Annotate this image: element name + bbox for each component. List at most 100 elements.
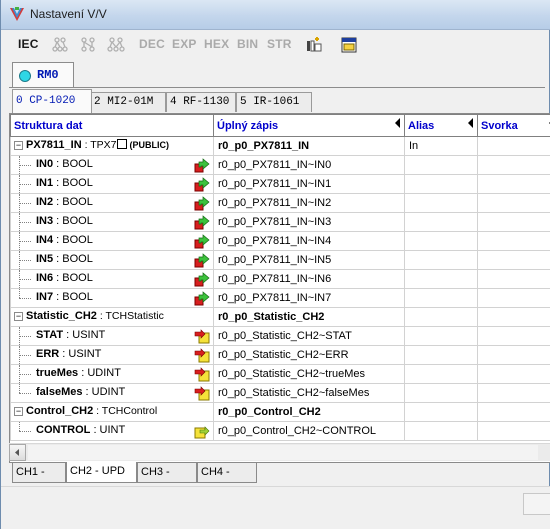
terminal-cell[interactable] [477,250,550,270]
variable-row[interactable]: trueMes : UDINT r0_p0_Statistic_CH2~trueM… [10,364,550,384]
full-name-cell[interactable]: r0_p0_Statistic_CH2~ERR [213,345,405,365]
window-icon[interactable] [340,36,358,54]
full-name-cell[interactable]: r0_p0_PX7811_IN~IN0 [213,155,405,175]
variable-row[interactable]: IN2 : BOOL r0_p0_PX7811_IN~IN2 [10,193,550,213]
full-name-cell[interactable]: r0_p0_PX7811_IN [213,136,405,156]
watch-icon[interactable] [305,36,323,54]
structure-cell[interactable]: IN0 : BOOL [10,155,214,175]
exp-button[interactable]: EXP [172,37,197,51]
full-name-cell[interactable]: r0_p0_Control_CH2 [213,402,405,422]
alias-cell[interactable] [404,174,478,194]
terminal-cell[interactable] [477,364,550,384]
scrollbar-track[interactable] [28,445,538,460]
alias-cell[interactable] [404,364,478,384]
variable-row[interactable]: IN5 : BOOL r0_p0_PX7811_IN~IN5 [10,250,550,270]
terminal-cell[interactable] [477,174,550,194]
column-header-alias[interactable]: Alias [404,114,478,137]
group-row[interactable]: − PX7811_IN : TPX7 (PUBLIC) r0_p0_PX7811_IN… [10,136,550,156]
collapse-toggle-icon[interactable]: − [14,141,23,150]
group-row[interactable]: − Statistic_CH2 : TCHStatistic r0_p0_Stati… [10,307,550,327]
collapse-toggle-icon[interactable]: − [14,312,23,321]
full-name-cell[interactable]: r0_p0_PX7811_IN~IN3 [213,212,405,232]
full-name-cell[interactable]: r0_p0_PX7811_IN~IN2 [213,193,405,213]
alias-cell[interactable] [404,307,478,327]
terminal-cell[interactable] [477,288,550,308]
full-name-cell[interactable]: r0_p0_Statistic_CH2~falseMes [213,383,405,403]
tab-card-5[interactable]: 5 IR-1061 [236,92,312,112]
variable-row[interactable]: IN6 : BOOL r0_p0_PX7811_IN~IN6 [10,269,550,289]
alias-cell[interactable] [404,326,478,346]
column-header-structure[interactable]: Struktura dat [10,114,214,137]
variable-row[interactable]: CONTROL : UINT r0_p0_Control_CH2~CONTROL [10,421,550,441]
variable-row[interactable]: IN4 : BOOL r0_p0_PX7811_IN~IN4 [10,231,550,251]
tab-ch4[interactable]: CH4 - OFF [197,463,257,497]
structure-cell[interactable]: − Control_CH2 : TCHControl [10,402,214,422]
terminal-cell[interactable] [477,326,550,346]
structure-cell[interactable]: − PX7811_IN : TPX7 (PUBLIC) [10,136,214,156]
structure-cell[interactable]: − Statistic_CH2 : TCHStatistic [10,307,214,327]
terminal-cell[interactable] [477,421,550,441]
variable-row[interactable]: IN7 : BOOL r0_p0_PX7811_IN~IN7 [10,288,550,308]
iec-button[interactable]: IEC [18,37,39,51]
full-name-cell[interactable]: r0_p0_PX7811_IN~IN1 [213,174,405,194]
alias-cell[interactable] [404,269,478,289]
tab-card-2[interactable]: 2 MI2-01M [90,92,166,112]
force-tree-alt-icon[interactable] [79,36,97,54]
terminal-cell[interactable] [477,269,550,289]
alias-cell[interactable] [404,193,478,213]
column-header-full-name[interactable]: Úplný zápis [213,114,405,137]
column-header-terminal[interactable]: Svorka [477,114,550,137]
tab-ch3[interactable]: CH3 - OFF [137,463,197,497]
dec-button[interactable]: DEC [139,37,165,51]
structure-cell[interactable]: falseMes : UDINT [10,383,214,403]
scroll-left-button[interactable] [9,444,26,461]
terminal-cell[interactable] [477,136,550,156]
full-name-cell[interactable]: r0_p0_PX7811_IN~IN4 [213,231,405,251]
tab-ch1[interactable]: CH1 - PC [12,463,66,497]
full-name-cell[interactable]: r0_p0_Statistic_CH2~STAT [213,326,405,346]
bin-button[interactable]: BIN [237,37,258,51]
full-name-cell[interactable]: r0_p0_Control_CH2~CONTROL [213,421,405,441]
structure-cell[interactable]: STAT : USINT [10,326,214,346]
terminal-cell[interactable] [477,193,550,213]
variable-row[interactable]: IN0 : BOOL r0_p0_PX7811_IN~IN0 [10,155,550,175]
tab-rm0[interactable]: RM0 [12,62,74,88]
force-tree-all-icon[interactable] [107,36,125,54]
terminal-cell[interactable] [477,307,550,327]
structure-cell[interactable]: IN2 : BOOL [10,193,214,213]
full-name-cell[interactable]: r0_p0_PX7811_IN~IN5 [213,250,405,270]
alias-cell[interactable] [404,231,478,251]
variable-row[interactable]: IN1 : BOOL r0_p0_PX7811_IN~IN1 [10,174,550,194]
structure-cell[interactable]: IN7 : BOOL [10,288,214,308]
group-row[interactable]: − Control_CH2 : TCHControl r0_p0_Control_C… [10,402,550,422]
tab-ch2[interactable]: CH2 - UPD [66,462,137,483]
structure-cell[interactable]: CONTROL : UINT [10,421,214,441]
force-tree-icon[interactable] [51,36,69,54]
io-grid[interactable]: Struktura dat Úplný zápis Alias Svorka −… [9,113,550,462]
alias-cell[interactable] [404,288,478,308]
tab-card-0[interactable]: 0 CP-1020 [12,89,92,113]
structure-cell[interactable]: IN5 : BOOL [10,250,214,270]
variable-row[interactable]: ERR : USINT r0_p0_Statistic_CH2~ERR [10,345,550,365]
structure-cell[interactable]: IN3 : BOOL [10,212,214,232]
terminal-cell[interactable] [477,231,550,251]
terminal-cell[interactable] [477,345,550,365]
tab-card-4[interactable]: 4 RF-1130 [166,92,236,112]
full-name-cell[interactable]: r0_p0_Statistic_CH2~trueMes [213,364,405,384]
terminal-cell[interactable] [477,402,550,422]
variable-row[interactable]: STAT : USINT r0_p0_Statistic_CH2~STAT [10,326,550,346]
alias-cell[interactable] [404,345,478,365]
full-name-cell[interactable]: r0_p0_Statistic_CH2 [213,307,405,327]
structure-cell[interactable]: IN6 : BOOL [10,269,214,289]
horizontal-scrollbar[interactable] [9,443,550,461]
variable-row[interactable]: falseMes : UDINT r0_p0_Statistic_CH2~fals… [10,383,550,403]
full-name-cell[interactable]: r0_p0_PX7811_IN~IN7 [213,288,405,308]
terminal-cell[interactable] [477,155,550,175]
public-checkbox[interactable] [117,139,128,149]
alias-cell[interactable] [404,155,478,175]
terminal-cell[interactable] [477,383,550,403]
alias-cell[interactable]: In [404,136,478,156]
structure-cell[interactable]: IN1 : BOOL [10,174,214,194]
terminal-cell[interactable] [477,212,550,232]
variable-row[interactable]: IN3 : BOOL r0_p0_PX7811_IN~IN3 [10,212,550,232]
